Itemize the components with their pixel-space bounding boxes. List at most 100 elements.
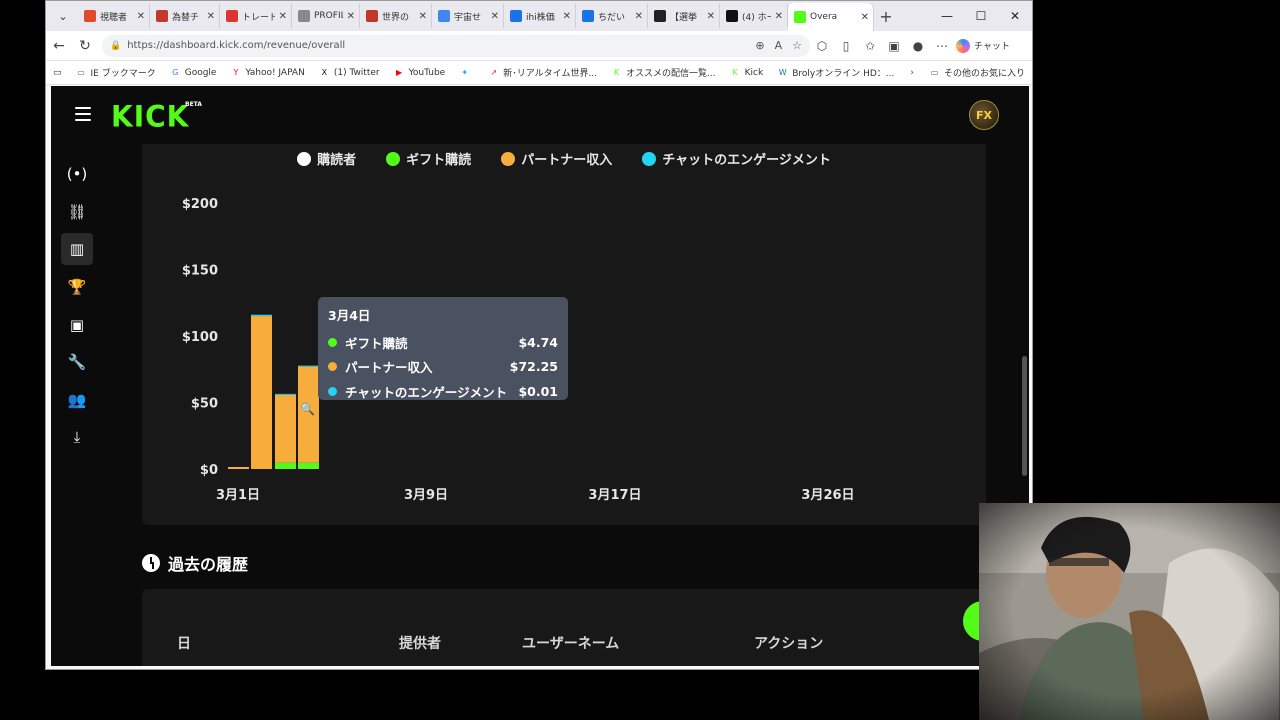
tab-5[interactable]: 宇宙せ ✕	[432, 4, 504, 28]
column-header-action[interactable]: アクション	[754, 633, 823, 653]
refresh-icon[interactable]: ↻	[72, 38, 98, 54]
bookmarks-overflow-icon[interactable]: ›	[902, 68, 922, 78]
close-tab-icon[interactable]: ✕	[137, 11, 145, 22]
history-title: 過去の履歴	[168, 555, 249, 574]
analytics-icon[interactable]: ▥	[61, 233, 93, 265]
tooltip-row: ギフト購読 $4.74	[328, 330, 558, 355]
tab-3[interactable]: PROFIL ✕	[292, 4, 360, 28]
favorites-icon[interactable]: ✩	[858, 39, 882, 53]
close-tab-icon[interactable]: ✕	[707, 11, 715, 22]
scrollbar[interactable]	[1022, 356, 1027, 476]
other-bookmarks[interactable]: ▭ その他のお気に入り	[922, 66, 1032, 79]
bookmark-item[interactable]: Y Yahoo! JAPAN	[223, 67, 311, 78]
kick-logo[interactable]: KICK	[111, 99, 189, 134]
bar-segment[interactable]	[251, 314, 272, 317]
link-icon[interactable]: ⛓	[61, 196, 93, 228]
bookmark-item[interactable]: X (1) Twitter	[312, 67, 387, 78]
tab-favicon-icon	[298, 10, 310, 22]
extensions-icon[interactable]: ⬡	[810, 39, 834, 53]
close-tab-icon[interactable]: ✕	[419, 11, 427, 22]
close-tab-icon[interactable]: ✕	[347, 11, 355, 22]
maximize-icon[interactable]: ☐	[964, 9, 998, 23]
back-icon[interactable]: ←	[46, 38, 72, 54]
tab-7[interactable]: ちだい ✕	[576, 4, 648, 28]
url-text: https://dashboard.kick.com/revenue/overa…	[127, 40, 346, 51]
favorite-star-icon[interactable]: ☆	[792, 39, 802, 52]
yahoo-icon: Y	[233, 68, 239, 77]
collections-icon[interactable]: ▣	[882, 39, 906, 53]
bookmark-label: Kick	[744, 67, 764, 78]
video-icon[interactable]: ▣	[61, 309, 93, 341]
tooltip-dot-icon	[328, 362, 337, 372]
users-icon[interactable]: 👥	[61, 384, 93, 416]
column-header-date[interactable]: 日	[177, 633, 191, 653]
tooltip-row: チャットのエンゲージメント $0.01	[328, 379, 558, 404]
tab-10[interactable]: Overa ✕	[788, 3, 874, 31]
close-tab-icon[interactable]: ✕	[635, 11, 643, 22]
bar-segment[interactable]	[228, 467, 249, 469]
bar-segment[interactable]	[251, 316, 272, 469]
minimize-icon[interactable]: —	[930, 9, 964, 23]
close-tab-icon[interactable]: ✕	[861, 12, 869, 23]
copilot-label: チャット	[974, 42, 1010, 52]
close-tab-icon[interactable]: ✕	[207, 11, 215, 22]
url-field[interactable]: 🔒 https://dashboard.kick.com/revenue/ove…	[102, 34, 810, 57]
bar-segment[interactable]	[275, 394, 296, 463]
tab-0[interactable]: 視聴者 ✕	[78, 4, 150, 28]
wrench-icon[interactable]: 🔧	[61, 346, 93, 378]
bookmark-item[interactable]: K Kick	[723, 67, 771, 78]
close-tab-icon[interactable]: ✕	[279, 11, 287, 22]
menu-icon[interactable]	[75, 107, 91, 121]
copilot-button[interactable]: チャット	[956, 38, 1010, 53]
kick-dashboard: KICK BETA FX (•) ⛓ ▥ 🏆 ▣ 🔧 👥 ⤓ 購読者 ギフト購読パ…	[51, 86, 1029, 666]
tab-label: PROFIL	[314, 11, 343, 21]
bookmark-item[interactable]: ▭ IE ブックマーク	[69, 66, 163, 79]
webcam-image	[979, 503, 1280, 720]
bookmark-item[interactable]: ✦	[452, 67, 481, 78]
bookmark-label: (1) Twitter	[333, 67, 380, 78]
close-tab-icon[interactable]: ✕	[491, 11, 499, 22]
avatar[interactable]: FX	[969, 100, 999, 130]
broadcast-icon[interactable]: (•)	[61, 158, 93, 190]
tab-actions-menu-icon[interactable]: ⌄	[52, 5, 74, 27]
zoom-icon[interactable]: ⊕	[755, 39, 764, 52]
more-options-icon[interactable]: ⋯	[930, 39, 954, 53]
tab-8[interactable]: 【選挙 ✕	[648, 4, 720, 28]
trophy-icon[interactable]: 🏆	[61, 271, 93, 303]
bar-segment[interactable]	[275, 462, 296, 469]
profile-icon[interactable]: ●	[906, 39, 930, 53]
tooltip-value: $0.01	[518, 383, 558, 399]
bookmark-label: Google	[184, 67, 217, 78]
bookmark-item[interactable]: ↗ 新･リアルタイム世界...	[481, 66, 604, 79]
close-window-icon[interactable]: ✕	[998, 9, 1032, 23]
bar-segment[interactable]	[275, 393, 296, 395]
avatar-text: FX	[976, 108, 992, 122]
bookmark-item[interactable]: ▶ YouTube	[387, 67, 453, 78]
tab-4[interactable]: 世界の ✕	[360, 4, 432, 28]
tab-favicon-icon	[366, 10, 378, 22]
read-aloud-icon[interactable]: A	[775, 39, 783, 52]
bookmark-bar-toggle-icon[interactable]: ▭	[46, 68, 69, 78]
bookmark-label: IE ブックマーク	[90, 69, 156, 79]
bar-segment[interactable]	[298, 365, 319, 367]
bookmark-item[interactable]: G Google	[163, 67, 224, 78]
new-tab-button[interactable]: +	[874, 7, 898, 26]
tooltip-dot-icon	[328, 386, 337, 396]
tab-2[interactable]: トレード ✕	[220, 4, 292, 28]
bookmark-item[interactable]: W Brolyオンライン HD：...	[770, 66, 901, 79]
bar-segment[interactable]	[298, 462, 319, 469]
close-tab-icon[interactable]: ✕	[563, 11, 571, 22]
split-screen-icon[interactable]: ▯	[834, 39, 858, 53]
tab-9[interactable]: (4) ホー ✕	[720, 4, 788, 28]
tooltip-label: ギフト購読	[345, 335, 408, 351]
column-header-provider[interactable]: 提供者	[399, 633, 441, 653]
close-tab-icon[interactable]: ✕	[775, 11, 783, 22]
bookmark-item[interactable]: K オススメの配信一覧...	[604, 66, 723, 79]
tab-label: ihi株価	[526, 12, 555, 23]
top-nav: KICK BETA FX	[51, 86, 1029, 144]
download-icon[interactable]: ⤓	[61, 421, 93, 453]
tab-6[interactable]: ihi株価 ✕	[504, 4, 576, 28]
column-header-username[interactable]: ユーザーネーム	[522, 633, 619, 653]
tab-1[interactable]: 為替チ ✕	[150, 4, 220, 28]
twitter-bird-icon: ✦	[461, 68, 469, 77]
